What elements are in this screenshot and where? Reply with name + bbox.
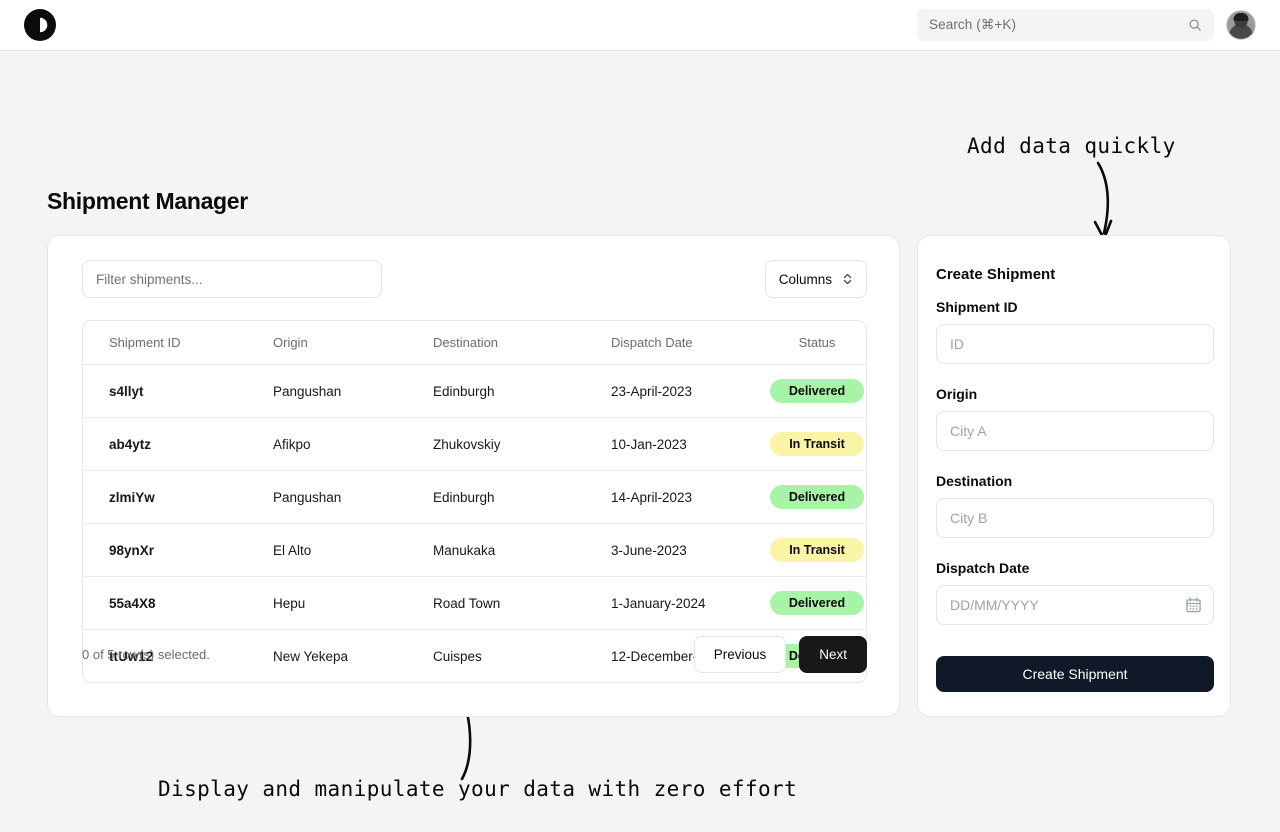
cell-destination: Zhukovskiy xyxy=(433,417,611,471)
top-navigation-bar: Search (⌘+K) xyxy=(0,0,1280,51)
cell-destination: Manukaka xyxy=(433,523,611,577)
origin-input[interactable] xyxy=(936,411,1214,451)
create-shipment-title: Create Shipment xyxy=(936,266,1056,283)
column-header-destination[interactable]: Destination xyxy=(433,321,611,365)
shipment-id-input[interactable] xyxy=(936,324,1214,364)
search-icon xyxy=(1188,18,1202,32)
cell-shipment-id: 55a4X8 xyxy=(83,576,273,630)
table-row[interactable]: s4llyt Pangushan Edinburgh 23-April-2023 Del… xyxy=(83,364,866,418)
table-footer: 0 of 5 row(s) selected. Previous Next xyxy=(82,636,867,673)
previous-page-button[interactable]: Previous xyxy=(693,636,787,673)
search-placeholder-text: Search (⌘+K) xyxy=(929,17,1017,32)
status-badge: Delivered xyxy=(770,591,864,615)
column-header-status[interactable]: Status xyxy=(766,321,866,365)
table-header: Shipment ID Origin Destination Dispatch … xyxy=(83,321,866,365)
columns-button-label: Columns xyxy=(778,271,832,287)
page-title: Shipment Manager xyxy=(47,188,248,214)
label-shipment-id: Shipment ID xyxy=(936,299,1018,315)
columns-button[interactable]: Columns xyxy=(764,260,867,298)
table-row[interactable]: 98ynXr El Alto Manukaka 3-June-2023 In Trans… xyxy=(83,523,866,577)
dispatch-date-wrapper xyxy=(936,585,1214,625)
table-row[interactable]: ab4ytz Afikpo Zhukovskiy 10-Jan-2023 In Tran… xyxy=(83,417,866,471)
field-destination: Destination xyxy=(936,473,1214,538)
table-body: s4llyt Pangushan Edinburgh 23-April-2023 Del… xyxy=(83,364,866,683)
page-canvas: Shipment Manager Add data quickly Displa… xyxy=(0,51,1280,832)
status-badge: Delivered xyxy=(770,379,864,403)
cell-status: Delivered xyxy=(766,576,866,630)
cell-status: In Transit xyxy=(766,523,866,577)
shipments-table-card: Columns Shipment ID Origin Destination D… xyxy=(47,235,900,717)
shipments-table: Shipment ID Origin Destination Dispatch … xyxy=(82,320,867,683)
column-header-dispatch-date[interactable]: Dispatch Date xyxy=(611,321,766,365)
cell-shipment-id: 98ynXr xyxy=(83,523,273,577)
table-header-row: Shipment ID Origin Destination Dispatch … xyxy=(83,321,866,365)
create-shipment-button[interactable]: Create Shipment xyxy=(936,656,1214,692)
cell-destination: Road Town xyxy=(433,576,611,630)
cell-shipment-id: ab4ytz xyxy=(83,417,273,471)
cell-dispatch-date: 23-April-2023 xyxy=(611,364,766,418)
cell-dispatch-date: 1-January-2024 xyxy=(611,576,766,630)
label-destination: Destination xyxy=(936,473,1013,489)
search-input[interactable]: Search (⌘+K) xyxy=(917,9,1214,41)
rows-selected-status: 0 of 5 row(s) selected. xyxy=(82,647,210,662)
status-badge: Delivered xyxy=(770,485,864,509)
cell-status: Delivered xyxy=(766,364,866,418)
cell-dispatch-date: 3-June-2023 xyxy=(611,523,766,577)
field-origin: Origin xyxy=(936,386,1214,451)
cell-shipment-id: s4llyt xyxy=(83,364,273,418)
table-row[interactable]: zlmiYw Pangushan Edinburgh 14-April-2023 Del… xyxy=(83,470,866,524)
avatar-hair xyxy=(1233,13,1249,21)
column-header-origin[interactable]: Origin xyxy=(273,321,433,365)
calendar-icon[interactable] xyxy=(1185,597,1202,614)
create-shipment-card: Create Shipment Shipment ID Origin Desti… xyxy=(917,235,1231,717)
annotation-add-data: Add data quickly xyxy=(967,134,1176,158)
cell-dispatch-date: 10-Jan-2023 xyxy=(611,417,766,471)
cell-origin: Afikpo xyxy=(273,417,433,471)
cell-status: Delivered xyxy=(766,470,866,524)
cell-origin: Hepu xyxy=(273,576,433,630)
cell-dispatch-date: 14-April-2023 xyxy=(611,470,766,524)
status-badge: In Transit xyxy=(770,432,864,456)
column-header-shipment-id[interactable]: Shipment ID xyxy=(83,321,273,365)
filter-shipments-input[interactable] xyxy=(82,260,382,298)
cell-shipment-id: zlmiYw xyxy=(83,470,273,524)
chevron-up-down-icon xyxy=(842,272,853,286)
field-dispatch-date: Dispatch Date xyxy=(936,560,1214,625)
cell-status: In Transit xyxy=(766,417,866,471)
cell-origin: El Alto xyxy=(273,523,433,577)
pagination-controls: Previous Next xyxy=(693,636,867,673)
label-dispatch-date: Dispatch Date xyxy=(936,560,1030,576)
dispatch-date-input[interactable] xyxy=(936,585,1214,625)
destination-input[interactable] xyxy=(936,498,1214,538)
table-row[interactable]: 55a4X8 Hepu Road Town 1-January-2024 Deliver… xyxy=(83,576,866,630)
cell-origin: Pangushan xyxy=(273,364,433,418)
cell-destination: Edinburgh xyxy=(433,364,611,418)
next-page-button[interactable]: Next xyxy=(799,636,867,673)
avatar[interactable] xyxy=(1226,10,1256,40)
cell-origin: Pangushan xyxy=(273,470,433,524)
label-origin: Origin xyxy=(936,386,978,402)
app-logo[interactable] xyxy=(24,9,56,41)
topbar-right-group: Search (⌘+K) xyxy=(917,9,1256,41)
contrast-circle-icon xyxy=(31,16,49,34)
cell-destination: Edinburgh xyxy=(433,470,611,524)
field-shipment-id: Shipment ID xyxy=(936,299,1214,364)
status-badge: In Transit xyxy=(770,538,864,562)
table-toolbar: Columns xyxy=(82,260,867,298)
